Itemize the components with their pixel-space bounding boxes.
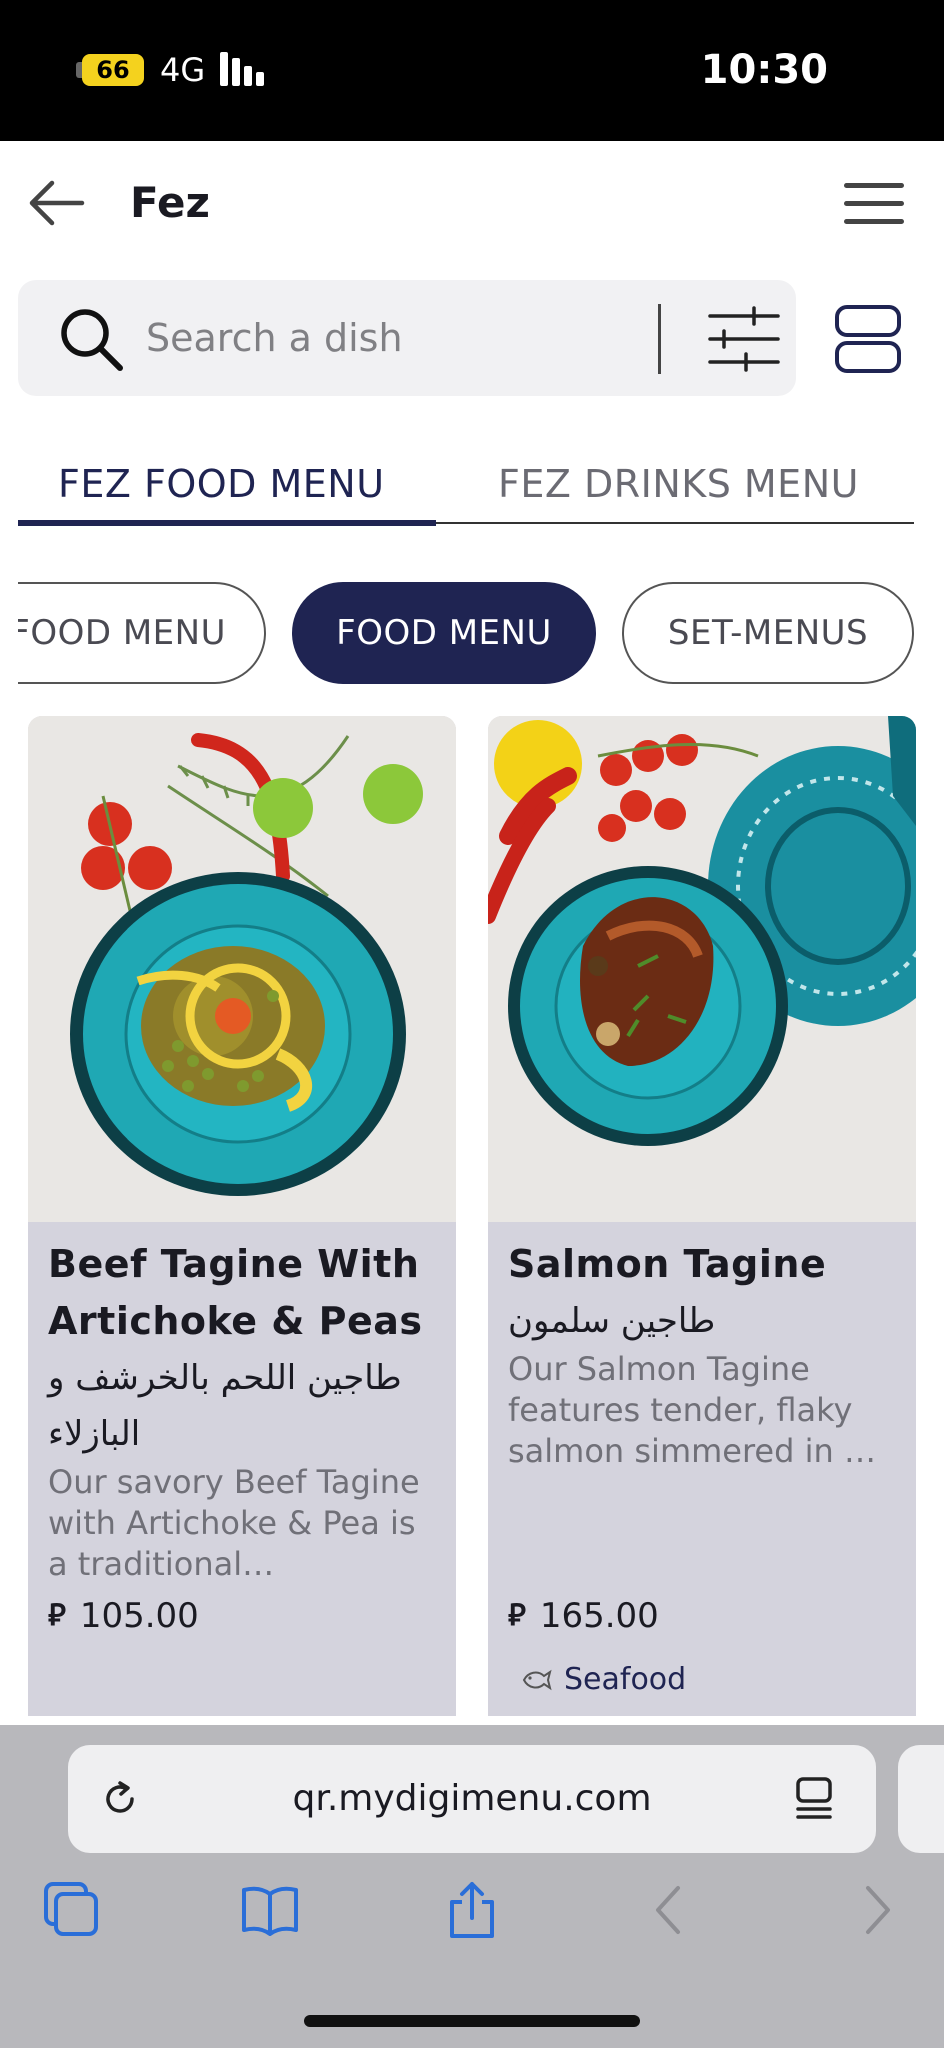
category-pills: FOOD MENU FOOD MENU SET-MENUS bbox=[18, 580, 944, 686]
back-arrow-icon[interactable] bbox=[24, 171, 88, 235]
dish-tag: Seafood bbox=[520, 1662, 686, 1697]
status-time: 10:30 bbox=[700, 47, 828, 93]
layout-toggle-icon[interactable] bbox=[834, 304, 902, 374]
home-indicator bbox=[304, 2015, 640, 2027]
filter-sliders-icon[interactable] bbox=[706, 304, 782, 374]
dish-title: Salmon Tagine bbox=[508, 1242, 827, 1286]
address-bar[interactable]: qr.mydigimenu.com bbox=[68, 1745, 876, 1853]
category-pill[interactable]: SET-MENUS bbox=[622, 582, 914, 684]
currency-icon: ⃁ bbox=[508, 1598, 526, 1633]
currency-icon: ⃁ bbox=[48, 1598, 66, 1633]
dish-info: Salmon Tagine طاجين سلمون Our Salmon Tag… bbox=[508, 1236, 898, 1472]
category-pill-active[interactable]: FOOD MENU bbox=[292, 582, 596, 684]
back-chevron-icon[interactable] bbox=[640, 1880, 700, 1940]
dish-arabic-title: طاجين اللحم بالخرشف و البازلاء bbox=[48, 1358, 402, 1454]
dish-arabic-title: طاجين سلمون bbox=[508, 1301, 716, 1341]
dish-card[interactable]: Beef Tagine With Artichoke & Peas طاجين … bbox=[28, 716, 456, 1716]
search-divider bbox=[658, 304, 661, 374]
dish-price: ⃁ 105.00 bbox=[48, 1594, 199, 1638]
dish-info: Beef Tagine With Artichoke & Peas طاجين … bbox=[48, 1236, 438, 1585]
tab-drinks-menu[interactable]: FEZ DRINKS MENU bbox=[498, 458, 859, 510]
dish-price: ⃁ 165.00 bbox=[508, 1594, 659, 1638]
price-value: 165.00 bbox=[539, 1596, 659, 1636]
dish-title: Beef Tagine With Artichoke & Peas bbox=[48, 1242, 423, 1343]
reader-mode-icon[interactable] bbox=[792, 1775, 836, 1823]
dish-description: Our Salmon Tagine features tender, flaky… bbox=[508, 1350, 876, 1470]
dish-photo bbox=[28, 716, 456, 1222]
page-title: Fez bbox=[130, 178, 210, 227]
browser-toolbar: qr.mydigimenu.com bbox=[0, 1725, 944, 2048]
status-bar: 66 4G 10:30 bbox=[0, 0, 944, 141]
search-input[interactable] bbox=[146, 310, 646, 366]
category-pill[interactable]: FOOD MENU bbox=[18, 582, 266, 684]
battery-indicator: 66 bbox=[82, 54, 144, 86]
signal-icon bbox=[220, 52, 268, 86]
share-icon[interactable] bbox=[442, 1880, 502, 1940]
search-bar bbox=[18, 280, 796, 396]
dish-tag-label: Seafood bbox=[564, 1662, 687, 1697]
next-tab-preview[interactable] bbox=[898, 1745, 944, 1853]
network-type: 4G bbox=[160, 51, 206, 89]
menu-tabs: FEZ FOOD MENU FEZ DRINKS MENU bbox=[18, 450, 914, 526]
price-value: 105.00 bbox=[79, 1596, 199, 1636]
forward-chevron-icon[interactable] bbox=[846, 1880, 906, 1940]
bookmarks-icon[interactable] bbox=[240, 1880, 300, 1940]
tab-food-menu[interactable]: FEZ FOOD MENU bbox=[58, 458, 385, 510]
tabs-icon[interactable] bbox=[42, 1880, 102, 1940]
fish-icon bbox=[522, 1669, 552, 1690]
dish-card[interactable]: Salmon Tagine طاجين سلمون Our Salmon Tag… bbox=[488, 716, 916, 1716]
active-tab-indicator bbox=[18, 520, 436, 526]
dish-photo bbox=[488, 716, 916, 1222]
search-icon[interactable] bbox=[58, 306, 124, 372]
dish-description: Our savory Beef Tagine with Artichoke & … bbox=[48, 1463, 420, 1583]
app-header: Fez bbox=[0, 141, 944, 261]
hamburger-menu-icon[interactable] bbox=[844, 179, 904, 227]
url-text[interactable]: qr.mydigimenu.com bbox=[68, 1773, 876, 1825]
